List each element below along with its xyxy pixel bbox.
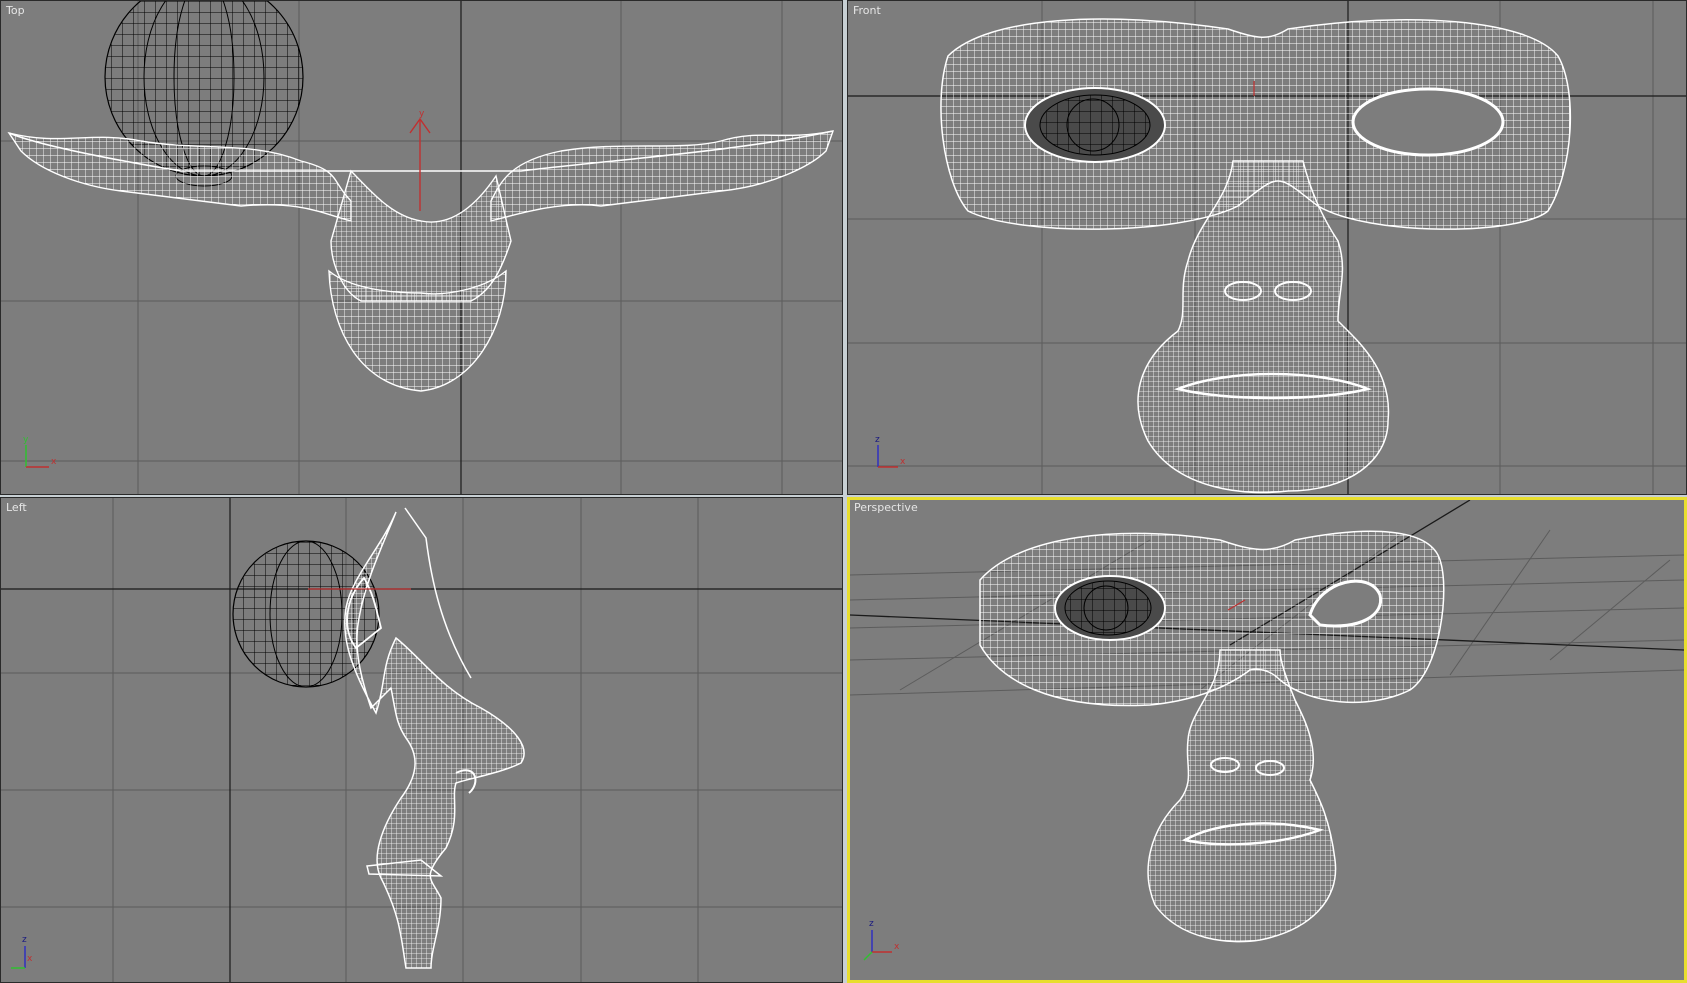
viewport-label-perspective[interactable]: Perspective — [854, 501, 918, 514]
left-viewport-scene[interactable]: z x — [1, 498, 843, 983]
top-viewport-scene[interactable]: y y x — [1, 1, 843, 495]
mask-mesh[interactable] — [7, 130, 835, 392]
viewport-left[interactable]: Left z x — [0, 497, 843, 983]
mask-mesh[interactable] — [979, 530, 1445, 943]
viewport-perspective[interactable]: Perspective z x — [847, 497, 1687, 983]
axis-label-z: z — [875, 435, 880, 445]
axis-label-z: z — [869, 919, 874, 929]
axis-label-x: x — [51, 457, 57, 467]
viewport-label-top[interactable]: Top — [6, 4, 25, 17]
mask-mesh[interactable] — [344, 507, 525, 969]
viewport-front[interactable]: Front z x — [847, 0, 1687, 495]
mask-mesh[interactable] — [940, 18, 1572, 494]
axis-tripod-icon: z x — [875, 435, 906, 468]
front-viewport-scene[interactable]: z x — [848, 1, 1687, 495]
svg-text:y: y — [419, 109, 425, 119]
axis-tripod-icon: z x — [863, 919, 900, 961]
axis-tripod-icon: y x — [23, 435, 57, 468]
pivot-gizmo: y — [409, 109, 431, 211]
viewport-top[interactable]: Top y y x — [0, 0, 843, 495]
viewport-label-left[interactable]: Left — [6, 501, 27, 514]
viewport-label-front[interactable]: Front — [853, 4, 881, 17]
axis-label-x: x — [894, 942, 900, 952]
axis-label-x: x — [27, 954, 33, 964]
eyeball-sphere[interactable] — [1064, 580, 1152, 636]
perspective-viewport-scene[interactable]: z x — [850, 500, 1684, 980]
axis-label-y: y — [23, 435, 29, 445]
axis-label-x: x — [900, 457, 906, 467]
axis-label-z: z — [22, 935, 27, 945]
axis-tripod-icon: z x — [11, 935, 33, 969]
eyeball-sphere[interactable] — [1039, 94, 1151, 156]
